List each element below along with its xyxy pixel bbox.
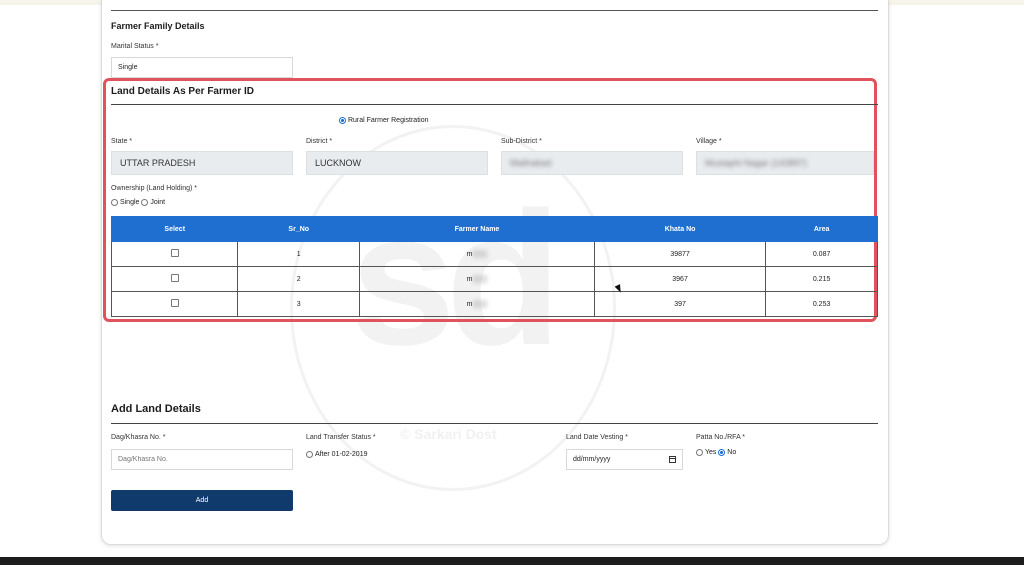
patta-no-label: No [727,449,737,456]
land-id-divider [111,104,878,105]
rural-registration-radio[interactable]: Rural Farmer Registration [339,117,428,124]
sr-no-cell: 1 [237,241,361,267]
land-table-header: Select Sr_No Farmer Name Khata No Area [110,216,878,242]
farmer-name-cell: m▒▒▒ [359,241,595,267]
vesting-date-label: Land Date Vesting * [566,434,628,441]
ownership-joint-radio[interactable] [141,199,149,206]
vesting-date-input[interactable]: dd/mm/yyyy [566,449,683,470]
land-table: Select Sr_No Farmer Name Khata No Area 1… [110,216,878,317]
row-select-cell [110,266,239,292]
row-checkbox[interactable] [170,299,179,307]
family-section-title: Farmer Family Details [111,21,205,31]
village-field[interactable]: Mustaphi Nagar (143897) [696,151,874,175]
khasra-label: Dag/Khasra No. * [111,434,166,441]
subdistrict-label: Sub-District * [501,138,542,145]
table-row: 2 m▒▒▒ 3967 0.215 [110,266,878,292]
farmer-name-cell: m▒▒▒ [359,291,595,317]
khata-no-cell: 39877 [593,241,767,267]
patta-yes-radio[interactable] [696,449,703,456]
state-label: State * [111,138,133,145]
district-field[interactable]: LUCKNOW [306,151,488,175]
bottom-strip [0,557,1024,565]
farmer-name-redacted: ▒▒▒ [472,275,488,283]
radio-checked-icon [339,117,346,124]
ownership-radio-group: Single Joint [111,199,165,206]
area-cell: 0.087 [765,241,878,267]
subdistrict-value: Malihabad [510,158,552,168]
col-area: Area [765,216,878,242]
ownership-single-label: Single [119,199,140,206]
khata-no-cell: 397 [593,291,767,317]
marital-status-label: Marital Status * [111,43,159,50]
add-button[interactable]: Add [111,490,293,511]
farmer-name-redacted: ▒▒▒ [472,300,488,308]
farmer-name-cell: m▒▒▒ [359,266,595,292]
ownership-single-radio[interactable] [111,199,118,206]
row-select-cell [110,241,239,267]
sr-no-cell: 2 [237,266,361,292]
transfer-after-label: After 01-02-2019 [314,451,368,458]
subdistrict-field[interactable]: Malihabad [501,151,683,175]
row-select-cell [110,291,239,317]
table-row: 3 m▒▒▒ 397 0.253 [110,291,878,317]
calendar-icon[interactable] [669,456,676,463]
marital-status-select[interactable]: Single [111,57,293,78]
transfer-status-label: Land Transfer Status * [306,434,376,441]
patta-radio-group: Yes No [696,449,736,456]
row-checkbox[interactable] [170,249,179,257]
vesting-date-value: dd/mm/yyyy [573,456,611,463]
ownership-joint-label: Joint [150,199,166,206]
rural-registration-label: Rural Farmer Registration [347,117,429,124]
district-label: District * [306,138,333,145]
add-land-divider [111,423,878,424]
patta-yes-label: Yes [704,449,717,456]
khasra-input[interactable] [111,449,293,470]
row-checkbox[interactable] [170,274,179,282]
top-divider [111,10,878,11]
land-id-section-title: Land Details As Per Farmer ID [111,86,255,97]
village-value: Mustaphi Nagar (143897) [705,158,808,168]
radio-unchecked-icon [306,451,313,458]
col-farmer-name: Farmer Name [359,216,595,242]
col-sr-no: Sr_No [237,216,361,242]
village-label: Village * [696,138,722,145]
farmer-name-redacted: ▒▒▒ [472,250,488,258]
area-cell: 0.253 [765,291,878,317]
ownership-label: Ownership (Land Holding) * [111,185,197,192]
patta-no-radio[interactable] [718,449,726,456]
col-select: Select [110,216,239,242]
sr-no-cell: 3 [237,291,361,317]
state-field[interactable]: UTTAR PRADESH [111,151,293,175]
table-row: 1 m▒▒▒ 39877 0.087 [110,241,878,267]
transfer-after-radio[interactable]: After 01-02-2019 [306,451,368,458]
add-land-section-title: Add Land Details [111,403,201,415]
area-cell: 0.215 [765,266,878,292]
patta-label: Patta No./RFA * [696,434,746,441]
col-khata-no: Khata No [593,216,767,242]
